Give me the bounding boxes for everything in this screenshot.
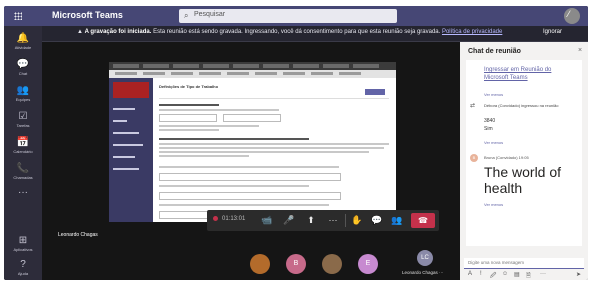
more-icon: ··· — [328, 215, 338, 225]
rail-item-apps[interactable]: ⊞ Aplicativos — [4, 235, 42, 253]
avatar: B — [470, 154, 478, 162]
warning-icon: ▲ — [77, 29, 83, 35]
attach-icon[interactable]: 🖉 — [490, 271, 496, 280]
chat-icon: 💬 — [371, 215, 383, 225]
message-sender: Bruna (Convidado) 19:05 — [484, 155, 529, 160]
chat-message-text: The world of health — [484, 164, 562, 196]
participant-avatar[interactable] — [322, 254, 342, 274]
join-event-icon: ⇄ — [470, 103, 476, 109]
phone-icon: 📞 — [16, 163, 30, 174]
chat-panel-title: Chat de reunião — [468, 48, 521, 55]
self-name-label: Leonardo Chagas ··· — [402, 270, 444, 275]
rail-item-help[interactable]: ? Ajuda — [4, 259, 42, 277]
compose-toolbar: A ! 🖉 ☺ ▤ 🗎 ··· ➤ — [468, 271, 584, 279]
recording-banner: ▲ A gravação foi iniciada. Esta reunião … — [42, 26, 588, 42]
mic-button[interactable]: 🎤 — [281, 213, 297, 228]
tasks-icon: ☑ — [18, 111, 28, 122]
emoji-icon[interactable]: ☺ — [502, 271, 508, 277]
close-icon[interactable]: × — [578, 47, 582, 54]
more-icon: ··· — [18, 187, 28, 198]
recording-timer: 01:13:01 — [213, 216, 245, 222]
browser-tab-strip — [109, 62, 396, 70]
raise-hand-button[interactable]: ✋ — [349, 213, 365, 228]
chat-message-text: 3840 — [484, 118, 496, 124]
join-meeting-link[interactable]: Ingressar em Reunião do Microsoft Teams — [484, 66, 574, 82]
dismiss-button[interactable]: Ignorar — [537, 28, 568, 36]
share-button[interactable]: ⬆ — [303, 213, 319, 228]
world-map-image — [113, 82, 149, 98]
search-icon: ⌕ — [184, 11, 189, 20]
teams-icon: 👥 — [16, 85, 30, 96]
compose-message-input[interactable]: Digite uma nova mensagem — [464, 258, 584, 269]
rail-item-more[interactable]: ··· — [4, 188, 42, 198]
camera-button[interactable]: 📹 — [259, 213, 275, 228]
rail-item-teams[interactable]: 👥 Equipes — [4, 85, 42, 103]
help-icon: ? — [20, 259, 26, 270]
recording-indicator-icon — [213, 216, 218, 221]
avatar[interactable]: ⁄ — [564, 8, 580, 24]
participant-avatar[interactable]: E — [358, 254, 378, 274]
shared-sidebar — [109, 78, 153, 222]
meeting-stage: Definições de Tipo de Trabalho Leonardo … — [42, 42, 460, 280]
chat-message-text: Sim — [484, 126, 493, 132]
shared-content: Definições de Tipo de Trabalho — [153, 78, 396, 222]
format-icon[interactable]: A — [468, 271, 472, 277]
presenter-name: Leonardo Chagas — [58, 232, 98, 238]
app-rail: 🔔 Atividade 💬 Chat 👥 Equipes ☑ Tarefas 📅… — [4, 26, 42, 280]
self-avatar[interactable]: LC — [417, 250, 433, 266]
chat-icon: 💬 — [16, 59, 30, 70]
participant-avatar[interactable]: B — [286, 254, 306, 274]
compose-placeholder: Digite uma nova mensagem — [468, 260, 525, 265]
more-actions-button[interactable]: ··· — [325, 213, 341, 228]
calendar-icon: 📅 — [16, 137, 30, 148]
participants-icon: 👥 — [391, 215, 403, 225]
search-placeholder: Pesquisar — [194, 11, 226, 18]
rail-item-activity[interactable]: 🔔 Atividade — [4, 33, 42, 51]
hang-up-icon: ☎ — [418, 216, 428, 225]
teams-window: Microsoft Teams ⌕ Pesquisar ⁄ 🔔 Atividad… — [4, 6, 588, 280]
chat-toggle-button[interactable]: 💬 — [369, 213, 385, 228]
search-input[interactable]: ⌕ Pesquisar — [179, 9, 397, 23]
see-less-link[interactable]: Ver menos — [484, 140, 503, 145]
raise-hand-icon: ✋ — [351, 215, 363, 225]
meeting-chat-panel: Chat de reunião × Ingressar em Reunião d… — [460, 42, 588, 280]
title-bar: Microsoft Teams ⌕ Pesquisar ⁄ — [4, 6, 588, 26]
send-icon[interactable]: ➤ — [576, 271, 581, 278]
call-controls: 01:13:01 📹 🎤 ⬆ ··· ✋ 💬 👥 ☎ — [207, 210, 439, 231]
camera-icon: 📹 — [261, 215, 273, 225]
app-title: Microsoft Teams — [52, 10, 123, 20]
shared-screen: Definições de Tipo de Trabalho — [109, 62, 396, 222]
see-less-link[interactable]: Ver menos — [484, 92, 503, 97]
shared-tab-strip — [159, 92, 389, 99]
system-message: Débora (Convidado) ingressou na reunião — [484, 103, 559, 108]
mic-icon: 🎤 — [283, 215, 295, 225]
recording-banner-text: ▲ A gravação foi iniciada. Esta reunião … — [77, 29, 502, 35]
gif-icon[interactable]: ▤ — [514, 271, 520, 278]
rail-item-calls[interactable]: 📞 Chamadas — [4, 163, 42, 181]
share-icon: ⬆ — [307, 215, 315, 225]
more-icon[interactable]: ··· — [540, 271, 546, 277]
shared-page-title: Definições de Tipo de Trabalho — [159, 84, 219, 89]
browser-bookmarks — [109, 70, 396, 78]
rail-item-chat[interactable]: 💬 Chat — [4, 59, 42, 77]
sticker-icon[interactable]: 🗎 — [526, 271, 531, 280]
privacy-policy-link[interactable]: Política de privacidade — [442, 29, 502, 35]
recording-banner-message: Esta reunião está sendo gravada. Ingress… — [151, 29, 442, 35]
rail-item-calendar[interactable]: 📅 Calendário — [4, 137, 42, 155]
hang-up-button[interactable]: ☎ — [411, 213, 435, 228]
see-less-link[interactable]: Ver menos — [484, 202, 503, 207]
apps-icon: ⊞ — [18, 235, 28, 246]
recording-banner-bold: A gravação foi iniciada. — [84, 29, 152, 35]
app-launcher-icon[interactable] — [14, 12, 22, 20]
participants-button[interactable]: 👥 — [389, 213, 405, 228]
rail-item-tasks[interactable]: ☑ Tarefas — [4, 111, 42, 129]
important-icon[interactable]: ! — [480, 271, 482, 277]
bell-icon: 🔔 — [16, 33, 30, 44]
participant-avatar[interactable] — [250, 254, 270, 274]
